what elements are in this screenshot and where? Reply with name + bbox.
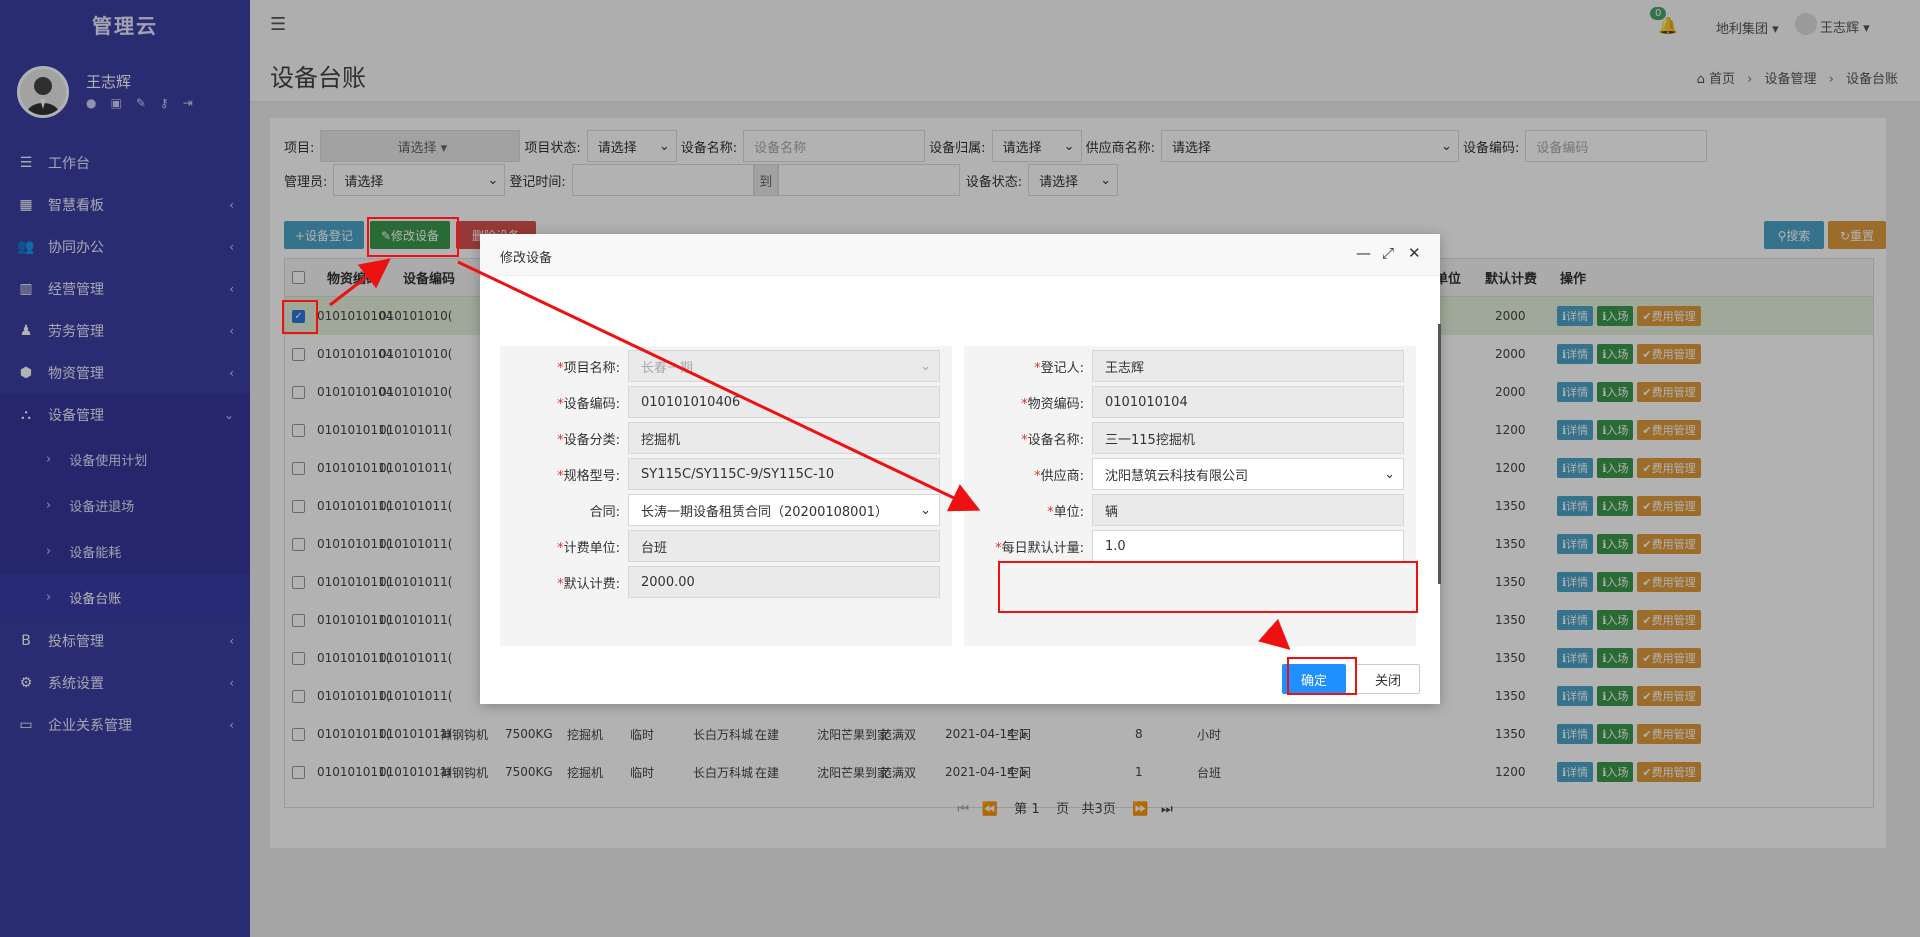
left-field: *默认计费: 2000.00	[500, 564, 952, 600]
field-input[interactable]: 台班	[628, 530, 940, 562]
field-select[interactable]: 长春一期 ⌄	[628, 350, 940, 382]
field-label: *默认计费:	[557, 576, 620, 592]
field-input[interactable]: 1.0	[1092, 530, 1404, 562]
annotation-box-edit-button	[367, 217, 459, 257]
left-field: *设备编码: 010101010406	[500, 384, 952, 420]
form-left-column: *项目名称: 长春一期 ⌄ *设备编码: 010101010406 *设备分类: 挖掘机 *规…	[500, 346, 952, 646]
field-select[interactable]: 长涛一期设备租赁合同（20200108001） ⌄	[628, 494, 940, 526]
field-label: *设备名称:	[1021, 432, 1084, 448]
right-field: *每日默认计量: 1.0	[964, 528, 1416, 564]
field-label: *计费单位:	[557, 540, 620, 556]
right-field: *设备名称: 三一115挖掘机	[964, 420, 1416, 456]
left-field: *设备分类: 挖掘机	[500, 420, 952, 456]
edit-device-modal: 修改设备 — ⤢ ✕ *项目名称: 长春一期 ⌄ *设备编码: 010101010406…	[480, 234, 1441, 704]
left-field: *项目名称: 长春一期 ⌄	[500, 348, 952, 384]
field-input[interactable]: 三一115挖掘机	[1092, 422, 1404, 454]
right-field: *登记人: 王志辉	[964, 348, 1416, 384]
modal-title: 修改设备	[500, 251, 553, 266]
field-label: *每日默认计量:	[995, 540, 1084, 556]
annotation-box-confirm	[1287, 657, 1357, 695]
minimize-icon[interactable]: —	[1356, 244, 1371, 262]
field-input[interactable]: 2000.00	[628, 566, 940, 598]
left-field: *规格型号: SY115C/SY115C-9/SY115C-10	[500, 456, 952, 492]
left-field: 合同: 长涛一期设备租赁合同（20200108001） ⌄	[500, 492, 952, 528]
field-label: *物资编码:	[1021, 396, 1084, 412]
field-label: *设备编码:	[557, 396, 620, 412]
field-input[interactable]: 辆	[1092, 494, 1404, 526]
modal-scrollbar[interactable]	[1438, 324, 1441, 584]
field-input[interactable]: 挖掘机	[628, 422, 940, 454]
close-icon[interactable]: ✕	[1408, 244, 1421, 262]
right-field: *单位: 辆	[964, 492, 1416, 528]
field-input[interactable]: SY115C/SY115C-9/SY115C-10	[628, 458, 940, 490]
chevron-down-icon: ⌄	[920, 358, 931, 374]
chevron-down-icon: ⌄	[1384, 466, 1395, 482]
field-label: *登记人:	[1034, 360, 1084, 376]
field-label: *项目名称:	[557, 360, 620, 376]
field-label: *单位:	[1047, 504, 1084, 520]
field-label: 合同:	[589, 504, 620, 520]
chevron-down-icon: ⌄	[920, 502, 931, 518]
maximize-icon[interactable]: ⤢	[1382, 244, 1394, 262]
annotation-box-checkbox	[282, 300, 318, 334]
field-input[interactable]: 0101010104	[1092, 386, 1404, 418]
modal-header: 修改设备 — ⤢ ✕	[480, 234, 1440, 276]
field-input[interactable]: 010101010406	[628, 386, 940, 418]
annotation-box-daily-meter	[998, 561, 1418, 613]
close-button[interactable]: 关闭	[1356, 664, 1420, 694]
right-field: *物资编码: 0101010104	[964, 384, 1416, 420]
field-input[interactable]: 王志辉	[1092, 350, 1404, 382]
field-label: *规格型号:	[557, 468, 620, 484]
field-select[interactable]: 沈阳慧筑云科技有限公司 ⌄	[1092, 458, 1404, 490]
right-field: *供应商: 沈阳慧筑云科技有限公司 ⌄	[964, 456, 1416, 492]
field-label: *设备分类:	[557, 432, 620, 448]
left-field: *计费单位: 台班	[500, 528, 952, 564]
field-label: *供应商:	[1034, 468, 1084, 484]
